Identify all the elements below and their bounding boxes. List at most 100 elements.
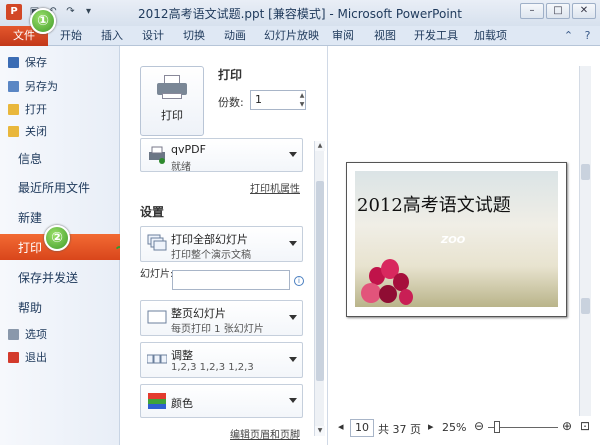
- collate-desc: 1,2,3 1,2,3 1,2,3: [171, 362, 254, 373]
- printer-icon: [157, 75, 187, 99]
- tab-slideshow[interactable]: 幻灯片放映: [264, 26, 319, 46]
- print-range-dropdown[interactable]: 打印全部幻灯片 打印整个演示文稿: [140, 226, 303, 262]
- step-badge-1: ①: [30, 8, 56, 34]
- folder-open-icon: [8, 103, 19, 115]
- nav-print-label: 打印: [18, 241, 43, 255]
- printer-properties-link[interactable]: 打印机属性: [250, 180, 300, 195]
- nav-exit-label: 退出: [25, 351, 47, 364]
- dropdown-arrow-icon: [289, 152, 297, 157]
- minimize-button[interactable]: –: [520, 3, 544, 19]
- tab-insert[interactable]: 插入: [101, 26, 123, 46]
- info-icon[interactable]: i: [294, 276, 304, 286]
- dropdown-arrow-icon: [289, 398, 297, 403]
- page-total: 共 37 页: [378, 423, 421, 436]
- options-icon: [8, 328, 19, 340]
- nav-options-label: 选项: [25, 328, 47, 341]
- dropdown-arrow-icon: [289, 241, 297, 246]
- ribbon-tabs: 文件 开始 插入 设计 切换 动画 幻灯片放映 审阅 视图 开发工具 加载项 ⌃…: [0, 26, 600, 46]
- slides-stack-icon: [147, 234, 167, 251]
- nav-open-label: 打开: [25, 103, 47, 116]
- print-range-desc: 打印整个演示文稿: [171, 250, 251, 261]
- full-page-slide-icon: [147, 310, 167, 324]
- nav-help[interactable]: 帮助: [18, 299, 42, 316]
- edit-header-footer-link[interactable]: 编辑页眉和页脚: [230, 426, 300, 441]
- collate-title: 调整: [171, 349, 193, 362]
- balloon-shape: [361, 283, 381, 303]
- zoom-slider-knob[interactable]: [494, 421, 500, 433]
- nav-open[interactable]: 打开: [8, 100, 47, 118]
- close-button[interactable]: ✕: [572, 3, 596, 19]
- tab-transitions[interactable]: 切换: [183, 26, 205, 46]
- color-dropdown[interactable]: 颜色: [140, 384, 303, 418]
- printer-status: 就绪: [171, 162, 191, 173]
- nav-save-send[interactable]: 保存并发送: [18, 269, 78, 286]
- scroll-up-icon[interactable]: ▲: [315, 141, 325, 151]
- tab-addins[interactable]: 加载项: [474, 26, 507, 46]
- copies-spinner-icon[interactable]: ▲ ▼: [298, 91, 306, 109]
- layout-desc: 每页打印 1 张幻灯片: [171, 324, 264, 335]
- color-title: 颜色: [171, 397, 193, 410]
- balloon-shape: [399, 289, 413, 305]
- copies-label: 份数:: [218, 96, 244, 109]
- nav-close-label: 关闭: [25, 125, 47, 138]
- nav-close[interactable]: 关闭: [8, 122, 47, 140]
- balloon-shape: [379, 285, 397, 303]
- layout-title: 整页幻灯片: [171, 307, 226, 320]
- printer-icon: [149, 146, 165, 164]
- zoo-logo: ZOO: [441, 235, 466, 246]
- tab-animations[interactable]: 动画: [224, 26, 246, 46]
- nav-save-label: 保存: [25, 56, 47, 69]
- dropdown-arrow-icon: [289, 357, 297, 362]
- nav-recent[interactable]: 最近所用文件: [18, 179, 90, 196]
- save-icon: [8, 56, 19, 68]
- dropdown-arrow-icon: [289, 315, 297, 320]
- color-icon: [148, 393, 166, 409]
- preview-scrollbar[interactable]: [579, 66, 591, 416]
- help-icon[interactable]: ?: [581, 29, 594, 42]
- nav-save[interactable]: 保存: [8, 53, 47, 71]
- slide-title: 2012高考语文试题: [357, 195, 511, 216]
- tab-design[interactable]: 设计: [142, 26, 164, 46]
- print-heading: 打印: [218, 68, 243, 82]
- zoom-out-icon[interactable]: ⊖: [474, 419, 484, 433]
- layout-dropdown[interactable]: 整页幻灯片 每页打印 1 张幻灯片: [140, 300, 303, 336]
- collate-icon: [147, 354, 167, 364]
- slides-input[interactable]: [172, 270, 290, 290]
- nav-info[interactable]: 信息: [18, 150, 42, 167]
- folder-close-icon: [8, 125, 19, 137]
- tab-developer[interactable]: 开发工具: [414, 26, 458, 46]
- window-controls: – □ ✕: [520, 3, 596, 19]
- step-badge-2: ②: [44, 225, 70, 251]
- preview-scroll-thumb[interactable]: [581, 164, 590, 180]
- print-button[interactable]: 打印: [140, 66, 204, 136]
- slide-image: 2012高考语文试题 ZOO: [355, 171, 558, 307]
- nav-save-as-label: 另存为: [25, 80, 58, 93]
- nav-exit[interactable]: 退出: [8, 348, 47, 366]
- scroll-down-icon[interactable]: ▼: [315, 426, 325, 436]
- page-number-input[interactable]: 10: [350, 419, 374, 437]
- nav-options[interactable]: 选项: [8, 325, 47, 343]
- title-bar: P ▣ ↶ ↷ ▾ 2012高考语文试题.ppt [兼容模式] - Micros…: [0, 0, 600, 26]
- printer-name: qvPDF: [171, 143, 206, 156]
- slides-label: 幻灯片:: [140, 269, 174, 280]
- maximize-button[interactable]: □: [546, 3, 570, 19]
- nav-save-as[interactable]: 另存为: [8, 77, 58, 95]
- tab-review[interactable]: 审阅: [332, 26, 354, 46]
- zoom-in-icon[interactable]: ⊕: [562, 419, 572, 433]
- next-page-icon[interactable]: ▸: [428, 420, 434, 433]
- previous-page-icon[interactable]: ◂: [338, 420, 344, 433]
- printer-dropdown[interactable]: qvPDF 就绪: [140, 138, 303, 173]
- preview-scroll-thumb-lower[interactable]: [581, 298, 590, 314]
- settings-scrollbar[interactable]: ▲ ▼: [314, 141, 325, 436]
- collate-dropdown[interactable]: 调整 1,2,3 1,2,3 1,2,3: [140, 342, 303, 378]
- nav-new[interactable]: 新建: [18, 209, 42, 226]
- tab-view[interactable]: 视图: [374, 26, 396, 46]
- print-range-title: 打印全部幻灯片: [171, 233, 248, 246]
- exit-icon: [8, 351, 19, 363]
- settings-heading: 设置: [140, 205, 165, 219]
- minimize-ribbon-icon[interactable]: ⌃: [562, 29, 575, 42]
- tab-home[interactable]: 开始: [60, 26, 82, 46]
- scroll-thumb[interactable]: [316, 181, 324, 381]
- fit-to-window-icon[interactable]: ⊡: [580, 419, 590, 433]
- zoom-value: 25%: [442, 421, 467, 434]
